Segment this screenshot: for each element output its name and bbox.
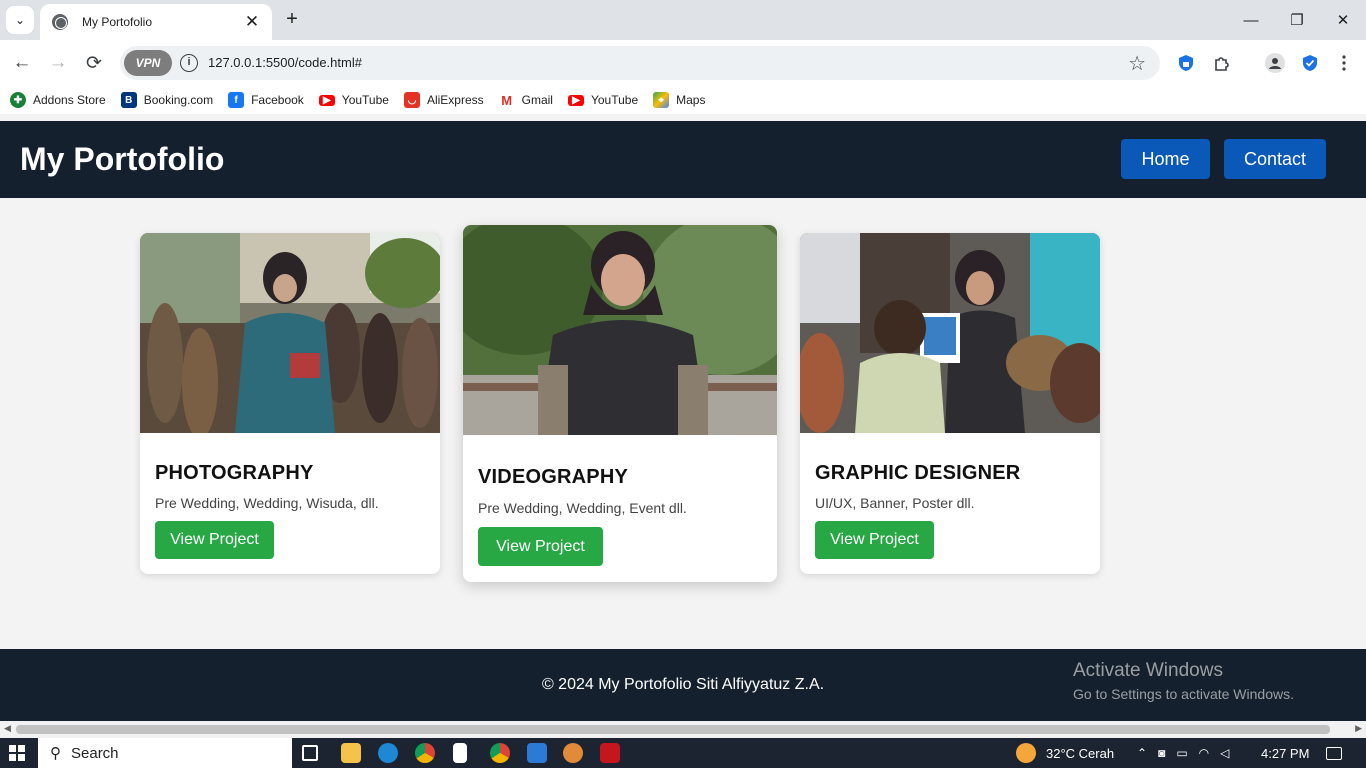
kebab-menu-icon[interactable] [1332,51,1356,75]
maps-icon: ⌖ [653,92,670,108]
scroll-right-arrow-icon[interactable]: ▶ [1355,723,1362,734]
taskbar-clock[interactable]: 4:27 PM [1261,738,1309,768]
address-bar[interactable]: VPN i 127.0.0.1:5500/code.html# ☆ [120,46,1160,80]
contact-nav-button[interactable]: Contact [1224,139,1326,179]
project-card-videography: VIDEOGRAPHY Pre Wedding, Wedding, Event … [463,225,777,582]
speaker-icon[interactable]: ◁ [1220,746,1240,760]
notification-icon[interactable] [1326,738,1342,768]
card-description: Pre Wedding, Wedding, Wisuda, dll. [155,495,379,511]
chrome-profile-icon[interactable] [490,743,510,763]
page-viewport: My Portofolio Home Contact PHOTOGRAPHY P… [0,121,1366,721]
view-project-button[interactable]: View Project [478,527,603,566]
battery-icon[interactable]: ▭ [1176,746,1198,760]
windows-taskbar: ⚲ Search 32°C Cerah ⌃ ◙ ▭ ◠ ◁ 4:27 PM [0,738,1366,768]
puzzle-extensions-icon[interactable] [1210,51,1234,75]
bookmark-maps[interactable]: ⌖ Maps [653,92,705,108]
reload-icon[interactable]: ⟳ [80,49,108,77]
minimize-icon[interactable]: — [1228,0,1274,40]
file-explorer-icon[interactable] [341,743,361,763]
wifi-icon[interactable]: ◠ [1199,746,1220,760]
booking-icon: B [120,92,137,108]
task-view-icon[interactable] [302,745,318,761]
window-close-icon[interactable]: ✕ [1320,0,1366,40]
weather-sun-icon [1016,743,1036,763]
project-card-graphic-designer: GRAPHIC DESIGNER UI/UX, Banner, Poster d… [800,233,1100,574]
taskbar-search-box[interactable]: ⚲ Search [38,738,292,768]
system-tray-icons[interactable]: ⌃ ◙ ▭ ◠ ◁ [1137,738,1240,768]
photography-image [140,233,440,433]
footer-copyright: © 2024 My Portofolio Siti Alfiyyatuz Z.A… [541,676,825,693]
notepad-icon[interactable] [453,743,467,763]
aliexpress-icon: ◡ [403,92,420,108]
site-header: My Portofolio Home Contact [0,121,1366,198]
youtube-icon: ▶ [567,94,584,106]
url-text[interactable]: 127.0.0.1:5500/code.html# [208,55,362,70]
profile-avatar-icon[interactable] [1263,51,1287,75]
vpn-badge[interactable]: VPN [124,50,172,76]
active-browser-icon[interactable] [563,743,583,763]
chrome-icon[interactable] [415,743,435,763]
tab-title: My Portofolio [82,15,153,29]
check-shield-icon[interactable] [1298,51,1322,75]
site-title: My Portofolio [20,141,225,177]
acrobat-icon[interactable] [600,743,620,763]
vscode-icon[interactable] [527,743,547,763]
browser-tab[interactable]: My Portofolio ✕ [40,4,272,40]
activate-windows-watermark: Activate Windows Go to Settings to activ… [1073,660,1294,702]
bookmark-gmail[interactable]: M Gmail [498,92,553,108]
new-tab-plus-icon[interactable]: + [280,8,304,32]
search-icon: ⚲ [50,745,61,762]
back-arrow-icon[interactable]: ← [8,49,36,77]
bookmark-star-icon[interactable]: ☆ [1128,51,1146,76]
weather-widget[interactable]: 32°C Cerah [1016,738,1114,768]
card-description: Pre Wedding, Wedding, Event dll. [478,500,687,516]
shield-extension-icon[interactable] [1174,51,1198,75]
bookmark-facebook[interactable]: f Facebook [228,92,304,108]
videography-image [463,225,777,435]
bookmark-aliexpress[interactable]: ◡ AliExpress [403,92,484,108]
chevron-up-icon[interactable]: ⌃ [1137,746,1158,760]
card-heading: PHOTOGRAPHY [155,462,314,484]
tab-search-chevron-icon[interactable]: ⌄ [6,6,34,34]
browser-tab-strip: ⌄ My Portofolio ✕ + — ❐ ✕ [0,0,1366,40]
view-project-button[interactable]: View Project [815,521,934,559]
browser-toolbar: ← → ⟳ VPN i 127.0.0.1:5500/code.html# ☆ [0,40,1366,86]
bookmark-youtube-2[interactable]: ▶ YouTube [567,93,638,107]
card-heading: VIDEOGRAPHY [478,466,629,488]
bookmark-booking[interactable]: B Booking.com [120,92,213,108]
edge-icon[interactable] [378,743,398,763]
site-info-icon[interactable]: i [180,54,198,72]
close-tab-icon[interactable]: ✕ [242,12,262,32]
graphic-designer-image [800,233,1100,433]
restore-icon[interactable]: ❐ [1274,0,1320,40]
project-card-photography: PHOTOGRAPHY Pre Wedding, Wedding, Wisuda… [140,233,440,574]
scroll-left-arrow-icon[interactable]: ◀ [4,723,11,734]
view-project-button[interactable]: View Project [155,521,274,559]
bookmark-addons-store[interactable]: ✚ Addons Store [10,92,106,108]
scrollbar-thumb[interactable] [16,725,1330,734]
youtube-icon: ▶ [318,94,335,106]
forward-arrow-icon[interactable]: → [44,49,72,77]
card-heading: GRAPHIC DESIGNER [815,462,1021,484]
globe-icon [52,14,68,30]
camera-icon[interactable]: ◙ [1158,746,1176,760]
bookmarks-bar: ✚ Addons Store B Booking.com f Facebook … [0,86,1366,114]
windows-start-icon[interactable] [9,745,25,761]
addons-store-icon: ✚ [10,92,26,108]
horizontal-scrollbar[interactable]: ◀ ▶ [0,721,1366,738]
card-description: UI/UX, Banner, Poster dll. [815,495,975,511]
bookmark-youtube[interactable]: ▶ YouTube [318,93,389,107]
gmail-icon: M [498,92,515,108]
home-nav-button[interactable]: Home [1121,139,1210,179]
facebook-icon: f [228,92,245,108]
